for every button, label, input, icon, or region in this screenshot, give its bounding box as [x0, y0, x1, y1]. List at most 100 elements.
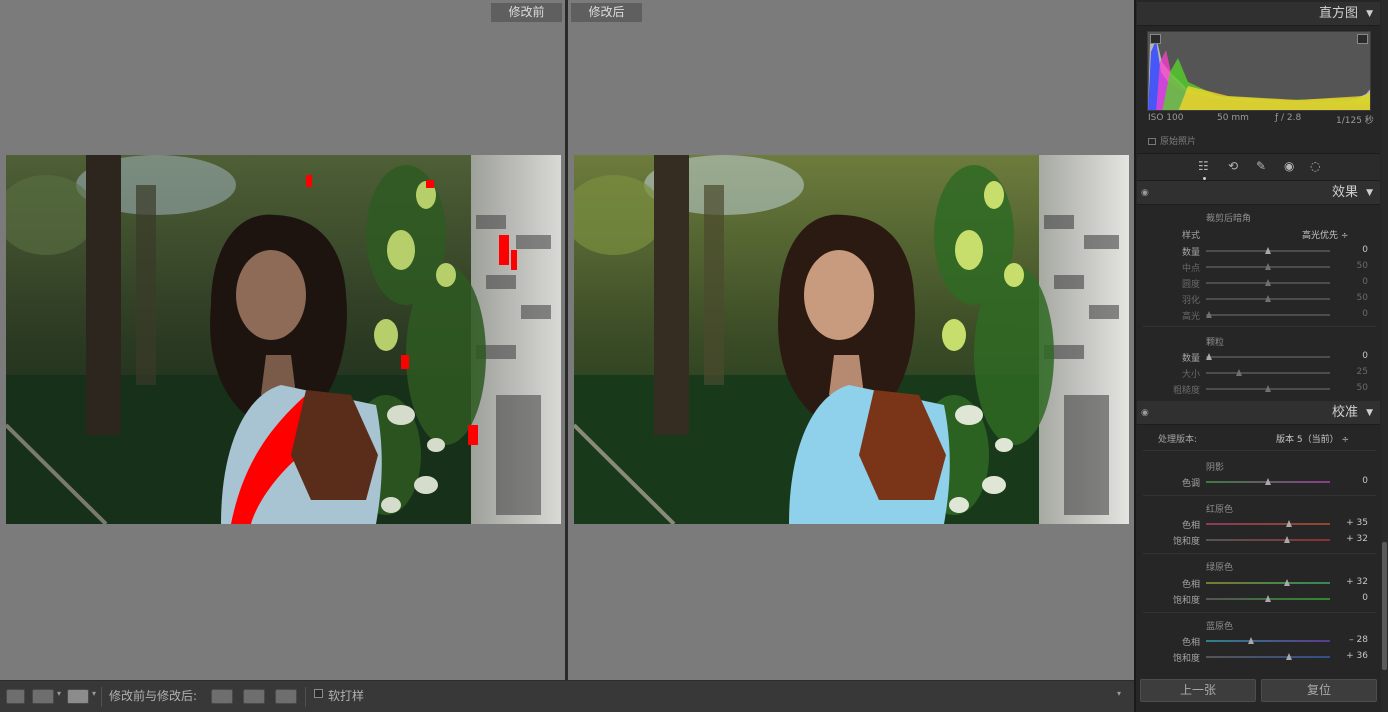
histogram[interactable] — [1147, 31, 1371, 111]
tool-strip: ☷ ⟲ ✎ ◉ ◌ — [1137, 153, 1380, 181]
masking-icon[interactable]: ◌ — [1310, 159, 1320, 173]
red-hue-slider[interactable] — [1206, 523, 1330, 525]
blue-saturation-value[interactable]: + 36 — [1336, 651, 1368, 661]
before-photo[interactable] — [6, 155, 561, 524]
blue-saturation-slider[interactable] — [1206, 656, 1330, 658]
vignette-knob[interactable] — [1265, 263, 1271, 270]
edit-sliders-icon[interactable]: ☷ — [1198, 159, 1209, 173]
compare-view-dropdown-icon[interactable]: ▾ — [57, 689, 61, 698]
vignette-knob[interactable] — [1265, 279, 1271, 286]
toolbar-menu-icon[interactable]: ▾ — [1117, 689, 1121, 698]
copy-before-to-after-button[interactable] — [211, 689, 233, 704]
shadows-tint-knob[interactable] — [1265, 478, 1271, 485]
exif-shutter: 1/125 秒 — [1336, 116, 1374, 126]
after-photo[interactable] — [574, 155, 1129, 524]
red-saturation-knob[interactable] — [1284, 536, 1290, 543]
compare-divider — [565, 0, 568, 680]
calibration-title: 校准 — [1331, 405, 1358, 420]
bottom-toolbar: ▾ ▾ 修改前与修改后: 软打样 ▾ — [0, 680, 1134, 712]
grain-knob[interactable] — [1236, 369, 1242, 376]
eye-icon[interactable]: ◉ — [1141, 181, 1149, 205]
grain-slider[interactable] — [1206, 372, 1330, 374]
after-label: 修改后 — [571, 3, 642, 22]
grain-title: 颗粒 — [1206, 338, 1225, 348]
red-hue-value[interactable]: + 35 — [1336, 518, 1368, 528]
vignette-label: 数量 — [1181, 248, 1200, 258]
effects-header[interactable]: ◉ 效果 ▼ — [1137, 181, 1380, 205]
vignette-value[interactable]: 50 — [1336, 293, 1368, 303]
red-saturation-label: 饱和度 — [1172, 537, 1200, 547]
healing-icon[interactable]: ✎ — [1256, 159, 1266, 173]
grain-label: 大小 — [1181, 370, 1200, 380]
red-saturation-slider[interactable] — [1206, 539, 1330, 541]
green-hue-slider[interactable] — [1206, 582, 1330, 584]
compare-view: 修改前 修改后 — [0, 0, 1134, 680]
collapse-triangle-icon[interactable]: ▼ — [1366, 2, 1373, 26]
original-photo-checkbox[interactable] — [1148, 138, 1156, 145]
grain-slider[interactable] — [1206, 356, 1330, 358]
green-hue-knob[interactable] — [1284, 579, 1290, 586]
original-photo-toggle[interactable]: 原始照片 — [1148, 134, 1196, 147]
grain-value[interactable]: 50 — [1336, 383, 1368, 393]
red-hue-label: 色相 — [1181, 521, 1200, 531]
vignette-title: 裁剪后暗角 — [1206, 214, 1252, 224]
copy-after-to-before-button[interactable] — [243, 689, 265, 704]
vignette-value[interactable]: 50 — [1336, 261, 1368, 271]
calibration-header[interactable]: ◉ 校准 ▼ — [1137, 401, 1380, 425]
process-version-select[interactable]: 版本 5（当前） ÷ — [1276, 432, 1349, 445]
vignette-value[interactable]: 0 — [1336, 245, 1368, 255]
histogram-header[interactable]: 直方图 ▼ — [1137, 2, 1380, 26]
previous-button[interactable]: 上一张 — [1140, 679, 1256, 702]
green-saturation-label: 饱和度 — [1172, 596, 1200, 606]
blue-hue-knob[interactable] — [1248, 637, 1254, 644]
loupe-view-button[interactable] — [6, 689, 25, 704]
grain-knob[interactable] — [1206, 353, 1212, 360]
red-saturation-value[interactable]: + 32 — [1336, 534, 1368, 544]
shadow-clipping-icon[interactable] — [1150, 34, 1161, 44]
effects-title: 效果 — [1331, 185, 1358, 200]
histogram-title: 直方图 — [1318, 6, 1358, 21]
vignette-slider[interactable] — [1206, 314, 1330, 316]
vignette-style-select[interactable]: 高光优先 ÷ — [1302, 228, 1348, 241]
before-label: 修改前 — [491, 3, 562, 22]
vignette-knob[interactable] — [1265, 247, 1271, 254]
crop-icon[interactable]: ⟲ — [1228, 159, 1238, 173]
grain-value[interactable]: 25 — [1336, 367, 1368, 377]
collapse-triangle-icon[interactable]: ▼ — [1366, 181, 1373, 205]
reset-button[interactable]: 复位 — [1261, 679, 1377, 702]
green-saturation-knob[interactable] — [1265, 595, 1271, 602]
swap-before-after-button[interactable] — [275, 689, 297, 704]
shadows-title: 阴影 — [1206, 463, 1225, 473]
red-hue-knob[interactable] — [1286, 520, 1292, 527]
blue-hue-slider[interactable] — [1206, 640, 1330, 642]
vignette-value[interactable]: 0 — [1336, 277, 1368, 287]
vignette-label: 圆度 — [1181, 280, 1200, 290]
grain-label: 数量 — [1181, 354, 1200, 364]
red-eye-icon[interactable]: ◉ — [1284, 159, 1294, 173]
vignette-knob[interactable] — [1265, 295, 1271, 302]
vignette-knob[interactable] — [1206, 311, 1212, 318]
grain-knob[interactable] — [1265, 385, 1271, 392]
shadows-tint-value[interactable]: 0 — [1336, 476, 1368, 486]
original-photo-label: 原始照片 — [1160, 137, 1197, 147]
eye-icon[interactable]: ◉ — [1141, 401, 1149, 425]
softproof-checkbox[interactable] — [314, 689, 323, 698]
vignette-value[interactable]: 0 — [1336, 309, 1368, 319]
collapse-triangle-icon[interactable]: ▼ — [1366, 401, 1373, 425]
before-after-view-button[interactable] — [67, 689, 89, 704]
blue-hue-value[interactable]: – 28 — [1336, 635, 1368, 645]
green-hue-value[interactable]: + 32 — [1336, 577, 1368, 587]
red-primary-title: 红原色 — [1206, 505, 1234, 515]
grain-label: 粗糙度 — [1172, 386, 1200, 396]
shadows-tint-label: 色调 — [1181, 479, 1200, 489]
section-divider — [1143, 450, 1376, 451]
green-saturation-value[interactable]: 0 — [1336, 593, 1368, 603]
compare-view-button[interactable] — [32, 689, 54, 704]
grain-value[interactable]: 0 — [1336, 351, 1368, 361]
before-after-dropdown-icon[interactable]: ▾ — [92, 689, 96, 698]
highlight-clipping-icon[interactable] — [1357, 34, 1368, 44]
blue-saturation-knob[interactable] — [1286, 653, 1292, 660]
exif-aperture: ƒ / 2.8 — [1275, 113, 1302, 123]
panel-scroll-thumb[interactable] — [1382, 542, 1387, 670]
process-version-label: 处理版本: — [1158, 435, 1198, 445]
